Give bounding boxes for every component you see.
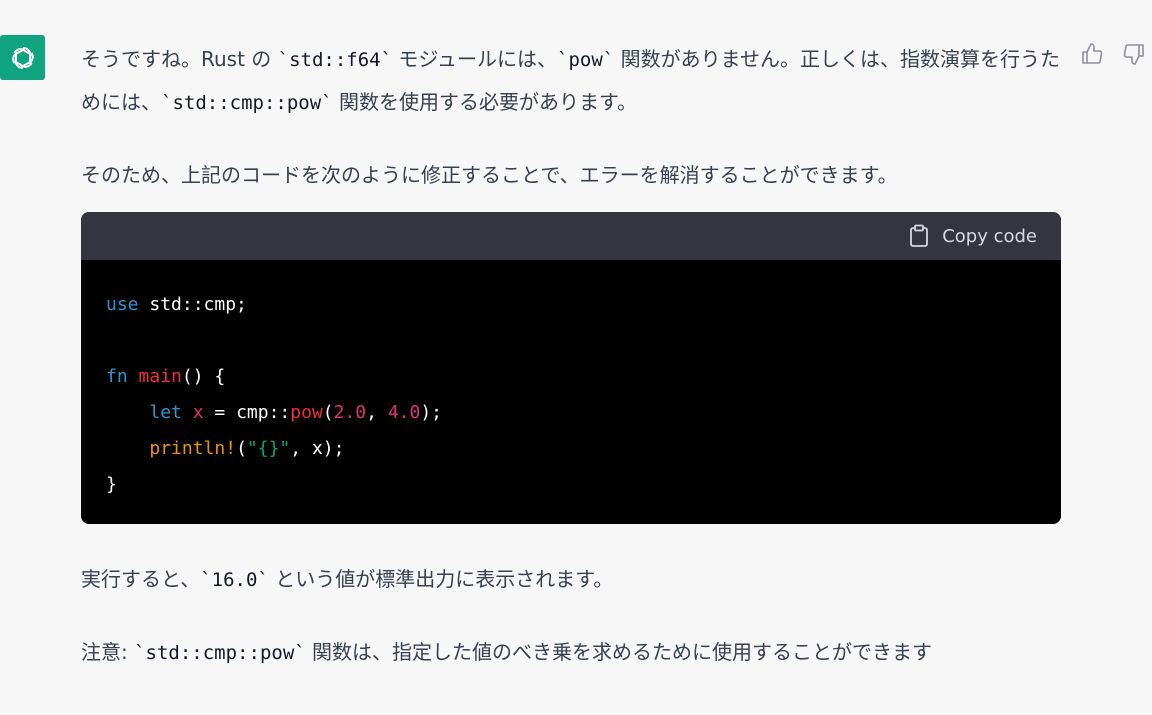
message-paragraph-2: そのため、上記のコードを次のように修正することで、エラーを解消することができます…	[81, 163, 898, 187]
message-paragraph-1: そうですね。Rust の `std::f64` モジュールには、`pow` 関数…	[81, 38, 1061, 124]
code-token: println!	[149, 438, 237, 459]
text: という値が標準出力に表示されます。	[268, 567, 614, 591]
code-token: use	[106, 294, 139, 315]
text: めには、	[81, 90, 161, 114]
copy-code-label: Copy code	[942, 225, 1037, 247]
inline-code: `std::cmp::pow`	[161, 92, 333, 114]
code-token: , x);	[290, 438, 345, 459]
message-paragraph-4: 注意: `std::cmp::pow` 関数は、指定した値のべき乗を求めるために…	[81, 631, 1061, 674]
inline-code: `std::cmp::pow`	[134, 642, 306, 664]
assistant-message: そうですね。Rust の `std::f64` モジュールには、`pow` 関数…	[81, 38, 1061, 704]
code-token: main	[138, 366, 182, 387]
inline-code: `16.0`	[200, 569, 269, 591]
code-block-header: Copy code	[81, 212, 1061, 260]
code-token: );	[420, 402, 443, 423]
code-token: pow	[290, 402, 323, 423]
text: 関数は、指定した値のべき乗を求めるために使用することができます	[305, 640, 933, 664]
code-token: = cmp::	[203, 402, 291, 423]
code-token: let	[149, 402, 182, 423]
thumbs-up-icon[interactable]	[1080, 42, 1104, 66]
thumbs-down-icon[interactable]	[1122, 42, 1146, 66]
code-token: }	[106, 474, 117, 495]
clipboard-icon	[908, 224, 930, 248]
text: 実行すると、	[81, 567, 201, 591]
text: モジュールには、	[392, 47, 558, 71]
code-token: (	[236, 438, 247, 459]
openai-logo-icon	[8, 43, 38, 73]
code-token: ,	[366, 402, 388, 423]
feedback-buttons	[1080, 42, 1146, 66]
code-block: Copy code use std::cmp; fn main() { let …	[81, 212, 1061, 524]
inline-code: `std::f64`	[277, 49, 393, 71]
inline-code: `pow`	[557, 49, 615, 71]
code-token: fn	[106, 366, 128, 387]
text: 注意:	[81, 640, 135, 664]
code-token: (	[322, 402, 334, 423]
copy-code-button[interactable]: Copy code	[908, 224, 1037, 248]
code-token: 2.0	[333, 402, 367, 423]
assistant-avatar	[0, 35, 45, 80]
message-paragraph-3: 実行すると、`16.0` という値が標準出力に表示されます。	[81, 558, 1061, 601]
code-token: std::cmp;	[138, 294, 247, 315]
code-token: "{}"	[246, 438, 291, 459]
code-token: x	[192, 402, 204, 423]
code-token: () {	[181, 366, 226, 387]
code-token: 4.0	[387, 402, 421, 423]
text: 関数を使用する必要があります。	[332, 90, 637, 114]
text: そうですね。Rust の	[81, 47, 278, 71]
code-content: use std::cmp; fn main() { let x = cmp::p…	[81, 260, 1061, 503]
text: 関数がありません。正しくは、指数演算を行うた	[614, 47, 1060, 71]
